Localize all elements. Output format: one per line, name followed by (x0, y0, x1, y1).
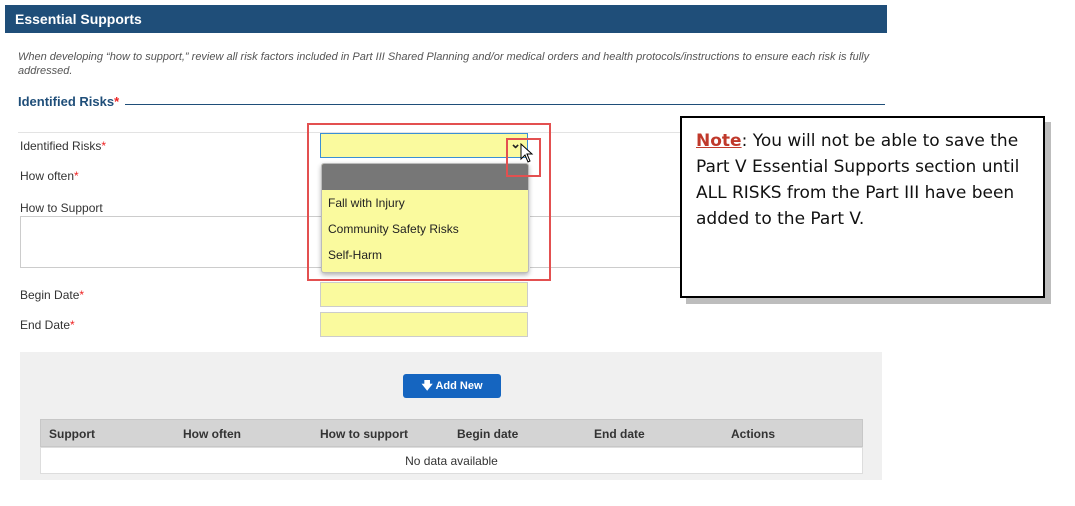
add-new-button[interactable]: 🡇 Add New (403, 374, 501, 398)
note-label: Note (696, 131, 742, 151)
end-date-input[interactable] (320, 312, 528, 337)
end-date-label: End Date* (20, 318, 75, 332)
begin-date-label-text: Begin Date (20, 288, 80, 302)
table-header: Support How often How to support Begin d… (40, 419, 863, 447)
section-divider (125, 104, 885, 105)
mouse-pointer-icon (520, 143, 534, 163)
required-mark: * (74, 169, 79, 183)
identified-risks-label: Identified Risks* (20, 139, 106, 153)
required-mark: * (79, 288, 85, 302)
required-mark: * (101, 139, 107, 153)
note-callout: Note: You will not be able to save the P… (680, 116, 1045, 298)
instructions-text: When developing “how to support,” review… (18, 51, 870, 77)
identified-risks-label-text: Identified Risks (20, 139, 102, 153)
add-new-button-label: Add New (435, 380, 483, 392)
arrow-down-icon: 🡇 (421, 380, 433, 392)
required-mark: * (70, 318, 75, 332)
note-text: : You will not be able to save the Part … (696, 131, 1020, 229)
section-title-text: Identified Risks (18, 94, 115, 109)
column-header[interactable]: End date (594, 420, 645, 448)
column-header[interactable]: Begin date (457, 420, 518, 448)
column-header[interactable]: How to support (320, 420, 408, 448)
begin-date-label: Begin Date* (20, 288, 84, 302)
section-title: Identified Risks* (18, 94, 119, 109)
how-to-support-textarea[interactable] (20, 216, 327, 268)
how-to-support-label: How to Support (20, 201, 103, 215)
panel-header: Essential Supports (5, 5, 887, 33)
table-empty-row: No data available (40, 447, 863, 474)
how-often-label: How often* (20, 169, 79, 183)
end-date-label-text: End Date (20, 318, 71, 332)
how-to-support-textarea-right[interactable] (530, 216, 691, 268)
column-header[interactable]: Actions (731, 420, 775, 448)
begin-date-input[interactable] (320, 282, 528, 307)
how-often-label-text: How often (20, 169, 75, 183)
required-mark: * (114, 94, 120, 109)
column-header[interactable]: How often (183, 420, 241, 448)
column-header[interactable]: Support (49, 420, 95, 448)
